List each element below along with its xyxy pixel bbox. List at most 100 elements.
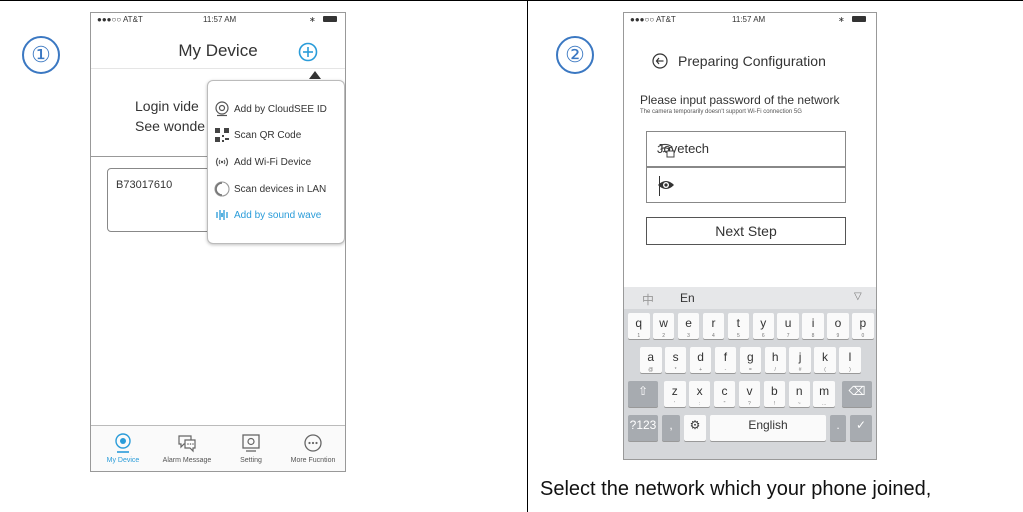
key-secondary: 4 [712, 333, 715, 339]
key-u[interactable]: u7 [777, 313, 799, 339]
page-header: Preparing Configuration [652, 53, 826, 69]
tab-my-device[interactable]: My Device [93, 428, 153, 464]
key-r[interactable]: r4 [702, 313, 725, 339]
key-p[interactable]: p0 [852, 313, 874, 339]
wifi-lock-icon[interactable] [657, 142, 831, 158]
key-label: e [685, 316, 692, 330]
tab-setting[interactable]: Setting [221, 428, 281, 464]
key-x[interactable]: x: [688, 381, 711, 407]
key-b[interactable]: b! [763, 381, 786, 407]
key-l[interactable]: l) [839, 347, 861, 373]
keyboard-language-bar: 中 En ▽ [624, 287, 876, 309]
menu-item-label: Scan devices in LAN [234, 183, 327, 195]
backspace-key[interactable]: ⌫ [842, 381, 872, 407]
shift-key[interactable]: ⇧ [628, 381, 658, 407]
next-step-button[interactable]: Next Step [646, 217, 846, 245]
bottom-tab-bar: My Device Alarm Message Setting More Fuc… [91, 425, 345, 471]
period-key[interactable]: . [830, 415, 846, 441]
key-f[interactable]: f- [714, 347, 737, 373]
key-secondary: 7 [786, 333, 790, 339]
step-number-1: ① [22, 36, 60, 74]
key-w[interactable]: w2 [652, 313, 675, 339]
password-field[interactable] [646, 167, 846, 203]
key-label: w [659, 316, 668, 330]
key-label: t [736, 316, 741, 330]
back-arrow-icon[interactable] [652, 53, 668, 69]
key-secondary: : [698, 401, 701, 407]
ssid-field[interactable]: Jovetech [646, 131, 846, 167]
add-device-menu: Add by CloudSEE ID Scan QR Code Add Wi-F… [207, 80, 345, 244]
key-secondary: 9 [836, 333, 840, 339]
space-key[interactable]: English [710, 415, 826, 441]
menu-item-add-wifi-device[interactable]: Add Wi-Fi Device [214, 152, 344, 172]
camera-icon [112, 432, 134, 454]
setting-icon [240, 432, 262, 454]
settings-key[interactable]: ⚙ [684, 415, 706, 441]
tab-alarm-message[interactable]: Alarm Message [157, 428, 217, 464]
enter-key[interactable]: ✓ [850, 415, 872, 441]
key-g[interactable]: g = [739, 347, 762, 373]
key-label: k [822, 350, 829, 364]
key-o[interactable]: o9 [827, 313, 849, 339]
key-secondary: 0 [861, 333, 865, 339]
symbols-key[interactable]: ?123 [628, 415, 658, 441]
key-label: y [760, 316, 767, 330]
key-s[interactable]: s * [664, 347, 687, 373]
header-divider [91, 68, 345, 69]
key-k[interactable]: k( [814, 347, 836, 373]
soft-keyboard: 中 En ▽ q 1 w 2 e 3 r 4 t 5 y 6 u 7 i 8 o 9 p 0 a @ s * d + f - g = h / j… [624, 287, 876, 459]
key-c[interactable]: c " [713, 381, 736, 407]
eye-icon[interactable] [657, 178, 831, 192]
phone-screen-my-device: ●●●○○ AT&T 11:57 AM ∗ My Device Login vi… [90, 12, 346, 472]
key-n[interactable]: n ~ [788, 381, 810, 407]
5g-notice: The camera temporarily doesn't support W… [640, 109, 802, 115]
bluetooth-icon: ∗ [309, 15, 316, 24]
key-secondary: 3 [687, 333, 690, 339]
key-h[interactable]: h / [764, 347, 786, 373]
key-q[interactable]: q1 [628, 313, 650, 339]
menu-item-add-by-cloudsee-id[interactable]: Add by CloudSEE ID [214, 99, 344, 119]
key-label: c [721, 384, 728, 398]
tab-more-function[interactable]: More Fucntion [283, 428, 343, 464]
time-text: 11:57 AM [203, 15, 237, 24]
table-top-border [0, 0, 1023, 1]
key-label: z [671, 384, 678, 398]
key-label: x [696, 384, 703, 398]
key-d[interactable]: d + [689, 347, 712, 373]
comma-key[interactable]: , [662, 415, 680, 441]
key-i[interactable]: i8 [802, 313, 824, 339]
key-label: p [859, 316, 867, 330]
key-label: i [811, 316, 815, 330]
sound-wave-icon [214, 207, 230, 223]
key-secondary: @ [648, 367, 654, 373]
menu-item-scan-qr-code[interactable]: Scan QR Code [214, 125, 344, 145]
key-v[interactable]: v? [738, 381, 761, 407]
key-z[interactable]: z ' [664, 381, 686, 407]
tab-label: Alarm Message [162, 457, 212, 464]
menu-item-add-by-sound-wave[interactable]: Add by sound wave [214, 205, 344, 225]
key-y[interactable]: y6 [752, 313, 774, 339]
login-text-1: Login vide [135, 98, 199, 114]
menu-item-label: Add by sound wave [234, 209, 322, 221]
menu-pointer [309, 71, 321, 79]
key-secondary: ) [849, 367, 851, 373]
key-t[interactable]: t5 [727, 313, 750, 339]
key-secondary: 2 [662, 333, 666, 339]
bluetooth-icon: ∗ [838, 15, 845, 24]
message-icon [176, 432, 198, 454]
key-label: ⚙ [689, 418, 701, 432]
lang-chinese[interactable]: 中 [642, 291, 654, 308]
key-j[interactable]: j # [789, 347, 811, 373]
menu-item-scan-devices-lan[interactable]: Scan devices in LAN [214, 179, 344, 199]
key-secondary: ? [748, 401, 751, 407]
key-m[interactable]: m… [813, 381, 835, 407]
key-label: o [834, 316, 842, 330]
lang-english[interactable]: En [680, 291, 695, 305]
add-device-icon[interactable] [298, 42, 318, 62]
login-text-2: See wonde [135, 118, 206, 134]
key-e[interactable]: e3 [677, 313, 700, 339]
key-label: q [635, 316, 643, 330]
key-label: j [798, 350, 802, 364]
key-a[interactable]: a @ [640, 347, 662, 373]
collapse-keyboard-icon[interactable]: ▽ [854, 291, 862, 302]
